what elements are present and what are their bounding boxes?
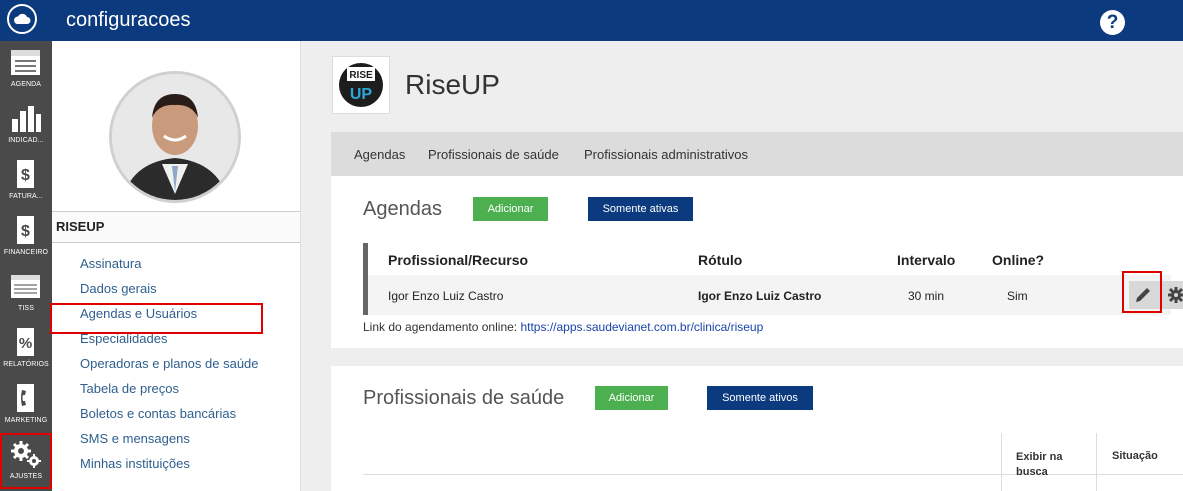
cloud-logo-icon[interactable] (7, 4, 37, 34)
org-name: RISEUP (56, 219, 105, 234)
menu-item-boletos[interactable]: Boletos e contas bancárias (80, 406, 260, 431)
nav-item-agenda[interactable]: AGENDA (0, 41, 52, 97)
nav-item-financeiro[interactable]: $ FINANCEIRO (0, 209, 52, 265)
agendas-add-button[interactable]: Adicionar (473, 197, 548, 221)
tab-agendas[interactable]: Agendas (354, 147, 405, 162)
avatar (109, 71, 241, 203)
nav-item-ajustes[interactable]: AJUSTES (0, 433, 52, 489)
agendas-title: Agendas (363, 198, 442, 220)
profissionais-add-button[interactable]: Adicionar (595, 386, 668, 410)
brand-logo: RISE UP (332, 56, 390, 114)
menu-item-agendas-usuarios[interactable]: Agendas e Usuários (50, 303, 263, 334)
logo-text-up: UP (350, 86, 373, 103)
column-divider (1001, 433, 1002, 491)
tab-bar: Agendas Profissionais de saúde Profissio… (331, 132, 1183, 176)
pencil-icon[interactable] (1133, 285, 1153, 305)
nav-label: FINANCEIRO (3, 249, 49, 256)
cell-online: Sim (1007, 289, 1028, 303)
nav-item-indicadores[interactable]: INDICAD... (0, 97, 52, 153)
col-header-situacao: Situação (1112, 450, 1158, 462)
profile-panel: RISEUP Assinatura Dados gerais Agendas e… (50, 41, 301, 491)
row-actions (1122, 271, 1183, 313)
col-header-intervalo: Intervalo (897, 252, 956, 268)
nav-label: RELATÓRIOS (3, 361, 49, 368)
left-nav: AGENDA INDICAD... $ FATURA... $ FINANCEI… (0, 41, 52, 491)
menu-item-operadoras[interactable]: Operadoras e planos de saúde (80, 356, 260, 381)
col-header-rotulo: Rótulo (698, 252, 743, 268)
tab-profissionais-saude[interactable]: Profissionais de saúde (428, 147, 559, 162)
menu-item-especialidades[interactable]: Especialidades (80, 331, 260, 356)
menu-item-tabela-precos[interactable]: Tabela de preços (80, 381, 260, 406)
online-booking-label: Link do agendamento online: (363, 320, 518, 334)
profissionais-active-filter-button[interactable]: Somente ativos (707, 386, 813, 410)
nav-label: FATURA... (9, 193, 43, 200)
agendas-active-filter-button[interactable]: Somente ativas (588, 197, 693, 221)
online-booking-link-line: Link do agendamento online: https://apps… (363, 320, 763, 334)
column-divider (1096, 433, 1097, 491)
bar-chart-icon (12, 106, 41, 132)
phone-icon (17, 384, 34, 412)
settings-menu: Assinatura Dados gerais Agendas e Usuári… (50, 256, 263, 481)
dollar-document-icon: $ (17, 160, 34, 188)
nav-label: AGENDA (10, 81, 42, 88)
menu-item-sms[interactable]: SMS e mensagens (80, 431, 260, 456)
brand-name: RiseUP (405, 69, 500, 100)
percent-document-icon: % (17, 328, 34, 356)
tab-profissionais-administrativos[interactable]: Profissionais administrativos (584, 147, 748, 162)
nav-item-tiss[interactable]: TISS (0, 265, 52, 321)
col-header-exibir-busca: Exibir na busca (1016, 451, 1063, 478)
top-bar: configuracoes ? (0, 0, 1183, 41)
org-name-bar: RISEUP (52, 211, 300, 243)
menu-item-instituicoes[interactable]: Minhas instituições (80, 456, 260, 481)
cell-profissional: Igor Enzo Luiz Castro (388, 289, 504, 303)
nav-label: MARKETING (4, 417, 48, 424)
dollar-document-icon: $ (17, 216, 34, 244)
main-content: RISE UP RiseUP Agendas Profissionais de … (301, 41, 1183, 491)
nav-item-faturamento[interactable]: $ FATURA... (0, 153, 52, 209)
svg-text:$: $ (21, 167, 30, 184)
nav-label: TISS (18, 305, 34, 312)
online-booking-link[interactable]: https://apps.saudevianet.com.br/clinica/… (520, 320, 763, 334)
page-title: configuracoes (66, 9, 191, 31)
menu-item-dados-gerais[interactable]: Dados gerais (80, 281, 260, 306)
agendas-table: Profissional/Recurso Rótulo Intervalo On… (363, 243, 1183, 315)
nav-label: AJUSTES (9, 473, 43, 480)
help-icon[interactable]: ? (1100, 10, 1125, 35)
col-header-online: Online? (992, 252, 1045, 268)
gears-icon (11, 441, 41, 468)
menu-item-assinatura[interactable]: Assinatura (80, 256, 260, 281)
tiss-document-icon (11, 275, 40, 298)
nav-item-marketing[interactable]: MARKETING (0, 377, 52, 433)
cell-rotulo: Igor Enzo Luiz Castro (698, 289, 822, 303)
calendar-icon (11, 50, 40, 75)
gear-icon[interactable] (1167, 286, 1183, 304)
nav-item-relatorios[interactable]: % RELATÓRIOS (0, 321, 52, 377)
svg-text:%: % (19, 335, 32, 352)
cell-intervalo: 30 min (908, 289, 945, 303)
svg-text:$: $ (21, 223, 30, 240)
nav-label: INDICAD... (8, 137, 44, 144)
profissionais-title: Profissionais de saúde (363, 387, 565, 409)
col-header-profissional: Profissional/Recurso (388, 252, 529, 268)
logo-text-rise: RISE (349, 70, 373, 81)
